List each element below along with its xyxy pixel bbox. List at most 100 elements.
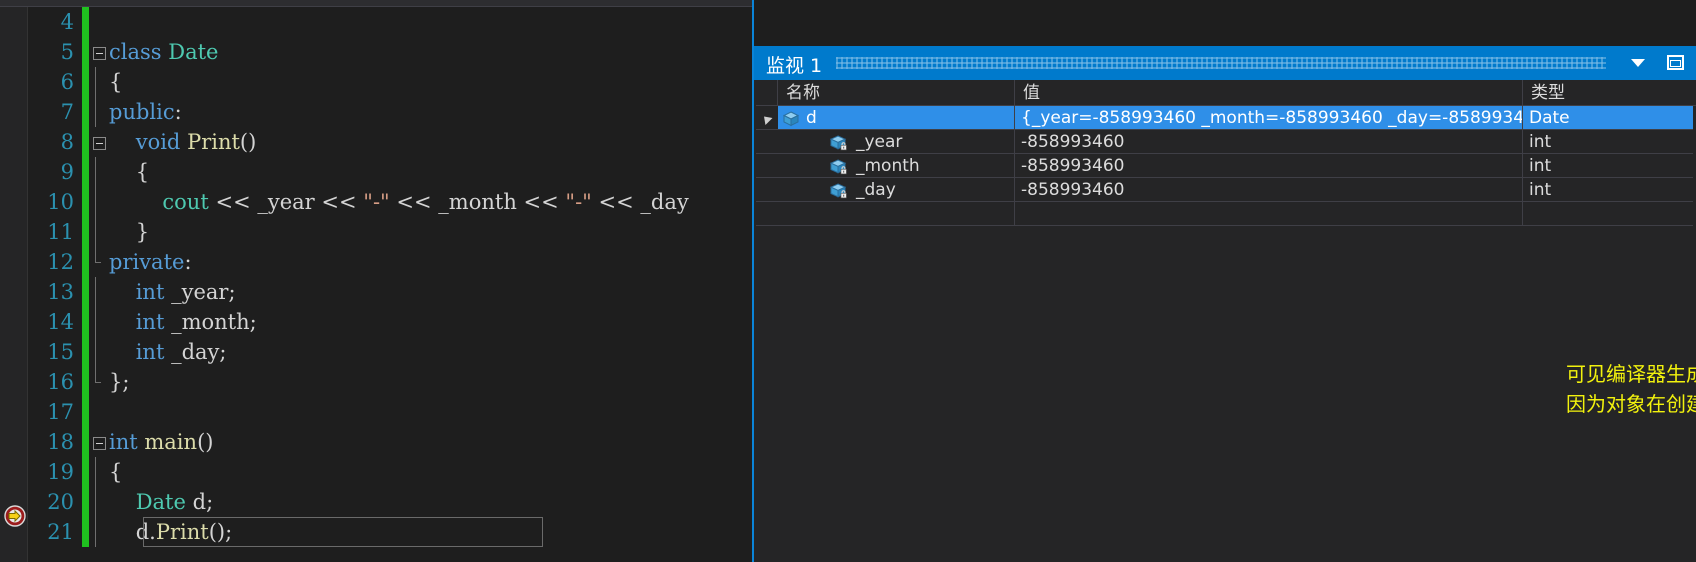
code-line-18[interactable]: 18 int main(): [28, 427, 754, 457]
change-bar: [82, 7, 89, 37]
code-text: int _month;: [135, 310, 257, 334]
chevron-down-icon[interactable]: [1630, 58, 1646, 68]
watch-grid-body[interactable]: d {_year=-858993460 _month=-858993460 _da…: [756, 106, 1696, 226]
line-number: 11: [47, 220, 74, 244]
fold-guide-line: [89, 157, 109, 187]
line-number: 16: [47, 370, 74, 394]
code-line-19[interactable]: 19 {: [28, 457, 754, 487]
watch-cell-value[interactable]: [1015, 202, 1523, 226]
code-line-6[interactable]: 6{: [28, 67, 754, 97]
line-number: 13: [47, 280, 74, 304]
code-text: int _year;: [135, 280, 236, 304]
fold-collapse-icon[interactable]: [89, 127, 109, 157]
change-bar: [82, 457, 89, 487]
fold-guide-line: [89, 247, 109, 277]
fold-guide-line: [89, 517, 109, 547]
fold-guide-line: [89, 97, 109, 127]
watch-cell-name[interactable]: _month: [778, 154, 1015, 178]
watch-row[interactable]: d {_year=-858993460 _month=-858993460 _da…: [756, 106, 1696, 130]
code-line-10[interactable]: 10 cout << _year << "-" << _month << "-"…: [28, 187, 754, 217]
change-bar: [82, 97, 89, 127]
maximize-icon[interactable]: [1667, 55, 1684, 70]
code-text: {: [109, 70, 123, 94]
code-editor[interactable]: 4 5 class Date 6{7 public: 8 void Print() 9 {1…: [0, 0, 754, 562]
fold-guide-line: [89, 337, 109, 367]
private-field-icon: [829, 158, 850, 175]
code-line-15[interactable]: 15 int _day;: [28, 337, 754, 367]
code-line-9[interactable]: 9 {: [28, 157, 754, 187]
code-text: int _day;: [135, 340, 227, 364]
watch-name-label: _month: [856, 156, 920, 176]
watch-cell-name[interactable]: [778, 202, 1015, 226]
current-statement-breakpoint-icon[interactable]: [4, 505, 26, 527]
watch-grid[interactable]: 名称 值 类型 d {_year=-858993460 _month=-85899…: [756, 80, 1696, 562]
watch-row[interactable]: [756, 202, 1696, 226]
code-text: cout << _year << "-" << _month << "-" <<…: [162, 190, 689, 214]
fold-collapse-icon[interactable]: [89, 37, 109, 67]
code-line-17[interactable]: 17: [28, 397, 754, 427]
expander-empty: [756, 178, 778, 202]
column-header-type[interactable]: 类型: [1523, 80, 1693, 105]
watch-cell-value[interactable]: -858993460: [1015, 178, 1523, 202]
watch-grid-header: 名称 值 类型: [756, 80, 1696, 106]
line-number: 20: [47, 490, 74, 514]
line-number: 7: [60, 100, 74, 124]
editor-top-strip: [0, 0, 754, 7]
code-text: {: [109, 460, 123, 484]
code-line-7[interactable]: 7 public:: [28, 97, 754, 127]
code-line-16[interactable]: 16};: [28, 367, 754, 397]
private-field-icon: [829, 134, 850, 151]
change-bar: [82, 247, 89, 277]
watch-name-label: _day: [856, 180, 896, 200]
line-number: 18: [47, 430, 74, 454]
code-line-20[interactable]: 20 Date d;: [28, 487, 754, 517]
code-line-13[interactable]: 13 int _year;: [28, 277, 754, 307]
expander-collapse-icon[interactable]: [756, 106, 778, 130]
code-line-14[interactable]: 14 int _month;: [28, 307, 754, 337]
change-bar: [82, 127, 89, 157]
line-number: 4: [60, 10, 74, 34]
code-text: private:: [109, 250, 192, 274]
code-line-21[interactable]: 21 d.Print();: [28, 517, 754, 547]
code-line-5[interactable]: 5 class Date: [28, 37, 754, 67]
watch-cell-name[interactable]: d: [778, 106, 1015, 130]
code-text: class Date: [109, 40, 219, 64]
watch-window[interactable]: 监视 1 名称 值 类型 d {_year=-858993460 _month=-…: [754, 46, 1696, 562]
fold-guide-line: [89, 67, 109, 97]
watch-row[interactable]: _month -858993460 int: [756, 154, 1696, 178]
watch-cell-name[interactable]: _day: [778, 178, 1015, 202]
line-number: 21: [47, 520, 74, 544]
watch-cell-name[interactable]: _year: [778, 130, 1015, 154]
code-line-4[interactable]: 4: [28, 7, 754, 37]
titlebar-drag-grip[interactable]: [836, 57, 1606, 69]
column-header-value[interactable]: 值: [1015, 80, 1523, 105]
code-line-12[interactable]: 12 private:: [28, 247, 754, 277]
line-number: 9: [60, 160, 74, 184]
code-line-8[interactable]: 8 void Print(): [28, 127, 754, 157]
change-bar: [82, 217, 89, 247]
fold-collapse-icon[interactable]: [89, 427, 109, 457]
change-bar: [82, 487, 89, 517]
line-number: 15: [47, 340, 74, 364]
watch-window-title: 监视 1: [766, 55, 823, 77]
watch-name-label: _year: [856, 132, 903, 152]
code-line-11[interactable]: 11 }: [28, 217, 754, 247]
column-header-name[interactable]: 名称: [778, 80, 1015, 105]
watch-cell-value[interactable]: -858993460: [1015, 130, 1523, 154]
watch-row[interactable]: _year -858993460 int: [756, 130, 1696, 154]
code-lines-container[interactable]: 4 5 class Date 6{7 public: 8 void Print() 9 {1…: [28, 7, 754, 562]
watch-cell-type: int: [1523, 130, 1693, 154]
change-bar: [82, 367, 89, 397]
watch-row[interactable]: _day -858993460 int: [756, 178, 1696, 202]
watch-cell-type: [1523, 202, 1693, 226]
watch-window-titlebar[interactable]: 监视 1: [754, 46, 1696, 80]
change-bar: [82, 157, 89, 187]
expander-empty: [756, 202, 778, 226]
watch-cell-value[interactable]: {_year=-858993460 _month=-858993460 _day…: [1015, 106, 1523, 130]
fold-guide-line: [89, 187, 109, 217]
annotation-text: 可见编译器生成的默认构造函数作用不是很大， 因为对象在创建好之后依旧是随机值: [1566, 362, 1696, 416]
watch-cell-value[interactable]: -858993460: [1015, 154, 1523, 178]
change-bar: [82, 517, 89, 547]
breakpoint-gutter[interactable]: [0, 7, 28, 562]
change-bar: [82, 37, 89, 67]
